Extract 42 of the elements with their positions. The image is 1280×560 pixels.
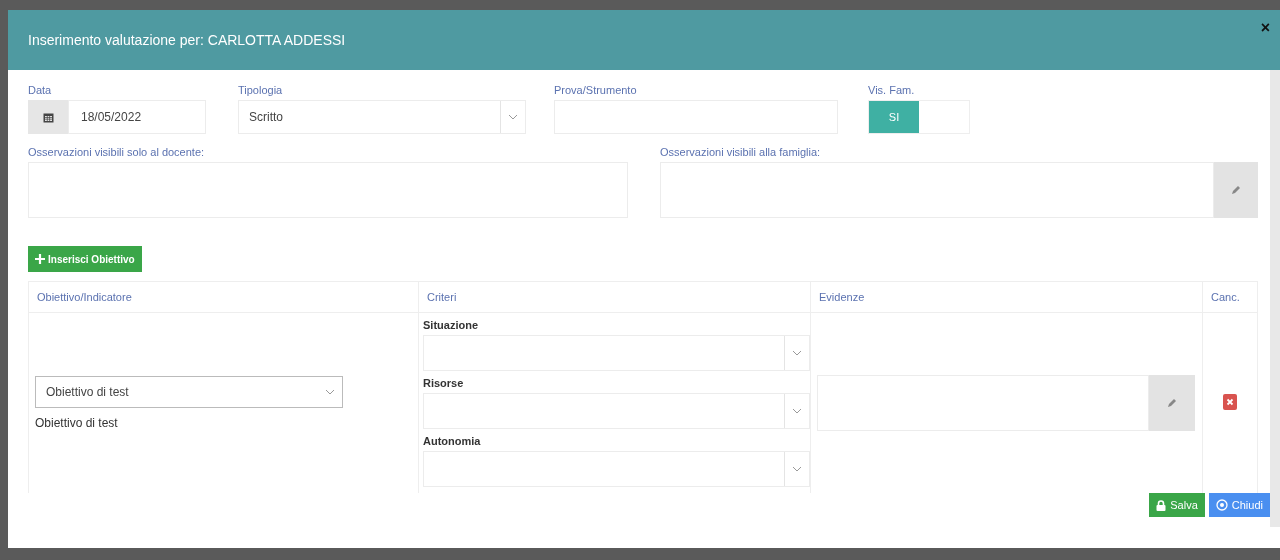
column-header: Evidenze xyxy=(810,281,1203,313)
field-label: Vis. Fam. xyxy=(868,84,916,96)
criterion-select[interactable] xyxy=(423,451,810,487)
field-label: Tipologia xyxy=(238,84,284,96)
criterion-label: Autonomia xyxy=(423,434,482,449)
field-label: Osservazioni visibili solo al docente: xyxy=(28,146,206,158)
plus-icon xyxy=(35,254,45,264)
type-select[interactable]: Scritto xyxy=(238,100,526,134)
chevron-down-icon xyxy=(508,114,518,120)
criterion-label: Situazione xyxy=(423,318,479,333)
save-button[interactable]: Salva xyxy=(1149,493,1205,517)
add-objective-button[interactable]: Inserisci Obiettivo xyxy=(28,246,142,272)
column-header: Canc. xyxy=(1202,281,1258,313)
pencil-icon xyxy=(1230,184,1242,196)
circle-x-icon xyxy=(1215,499,1228,511)
pencil-icon xyxy=(1166,397,1178,409)
close-dialog-button[interactable]: Chiudi xyxy=(1208,493,1270,517)
column-header: Obiettivo/Indicatore xyxy=(28,281,419,313)
field-label: Osservazioni visibili alla famiglia: xyxy=(660,146,822,158)
criterion-select[interactable] xyxy=(423,335,810,371)
calendar-icon xyxy=(42,111,54,123)
criterion-select[interactable] xyxy=(423,393,810,429)
chevron-down-icon xyxy=(792,350,802,356)
criterion-label: Risorse xyxy=(423,376,465,391)
lock-icon xyxy=(1156,499,1167,511)
calendar-button[interactable] xyxy=(28,100,68,134)
objective-text: Obiettivo di test xyxy=(35,416,119,430)
edit-button[interactable] xyxy=(1149,375,1195,431)
family-notes-field[interactable] xyxy=(660,162,1214,218)
objective-select[interactable]: Obiettivo di test xyxy=(35,376,343,408)
date-field[interactable]: 18/05/2022 xyxy=(68,100,206,134)
evidence-field[interactable] xyxy=(817,375,1149,431)
modal-title: Inserimento valutazione per: CARLOTTA ADDESSI xyxy=(28,32,346,48)
delete-icon[interactable] xyxy=(1223,393,1237,410)
field-label: Data xyxy=(28,84,53,96)
edit-button[interactable] xyxy=(1214,162,1258,218)
close-button[interactable]: × xyxy=(1260,20,1270,36)
column-header: Criteri xyxy=(418,281,811,313)
chevron-down-icon xyxy=(792,408,802,414)
chevron-down-icon xyxy=(325,389,335,395)
field-label: Prova/Strumento xyxy=(554,84,638,96)
chevron-down-icon xyxy=(792,466,802,472)
